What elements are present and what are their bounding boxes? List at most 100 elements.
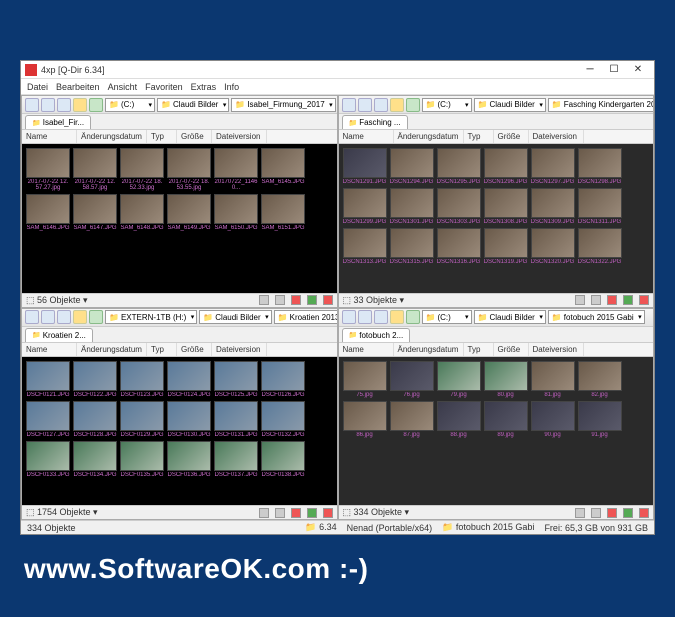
file-thumbnail[interactable]: DSCF0130.JPG: [167, 401, 211, 438]
column-type[interactable]: Typ: [464, 130, 494, 143]
drive-selector[interactable]: EXTERN-1TB (H:): [105, 310, 197, 324]
file-thumbnail[interactable]: DSCF0122.JPG: [73, 361, 117, 398]
file-thumbnail[interactable]: SAM_6151.JPG: [261, 194, 305, 231]
file-thumbnail[interactable]: DSCF0124.JPG: [167, 361, 211, 398]
file-thumbnail[interactable]: DSCN1316.JPG: [437, 228, 481, 265]
status-icon[interactable]: [323, 508, 333, 518]
toolbar-button[interactable]: [73, 98, 87, 112]
file-thumbnail[interactable]: SAM_6149.JPG: [167, 194, 211, 231]
toolbar-button[interactable]: [89, 98, 103, 112]
close-button[interactable]: ✕: [626, 62, 650, 78]
toolbar-button[interactable]: [57, 310, 71, 324]
file-thumbnail[interactable]: DSCN1309.JPG: [531, 188, 575, 225]
file-thumbnail[interactable]: DSCN1308.JPG: [484, 188, 528, 225]
folder-tab[interactable]: Isabel_Fir...: [25, 115, 91, 129]
file-thumbnail[interactable]: 2017-07-22 18.52.33.jpg: [120, 148, 164, 191]
file-thumbnail[interactable]: 88.jpg: [437, 401, 481, 438]
column-date[interactable]: Änderungsdatum: [77, 343, 147, 356]
file-thumbnail[interactable]: SAM_6150.JPG: [214, 194, 258, 231]
column-size[interactable]: Größe: [494, 130, 529, 143]
file-thumbnail[interactable]: DSCN1320.JPG: [531, 228, 575, 265]
file-thumbnail[interactable]: DSCN1303.JPG: [437, 188, 481, 225]
file-thumbnail[interactable]: 91.jpg: [578, 401, 622, 438]
drive-selector[interactable]: (C:): [422, 310, 472, 324]
menu-extras[interactable]: Extras: [191, 82, 217, 92]
status-icon[interactable]: [575, 508, 585, 518]
status-icon[interactable]: [607, 295, 617, 305]
file-thumbnail[interactable]: DSCF0121.JPG: [26, 361, 70, 398]
menu-datei[interactable]: Datei: [27, 82, 48, 92]
toolbar-button[interactable]: [374, 310, 388, 324]
file-thumbnail[interactable]: DSCF0135.JPG: [120, 441, 164, 478]
file-thumbnail[interactable]: DSCF0127.JPG: [26, 401, 70, 438]
file-thumbnail[interactable]: DSCF0132.JPG: [261, 401, 305, 438]
toolbar-button[interactable]: [25, 310, 39, 324]
file-thumbnail[interactable]: DSCN1297.JPG: [531, 148, 575, 185]
file-thumbnail[interactable]: 20170722_11460...: [214, 148, 258, 191]
column-date[interactable]: Änderungsdatum: [77, 130, 147, 143]
menu-favoriten[interactable]: Favoriten: [145, 82, 183, 92]
toolbar-button[interactable]: [57, 98, 71, 112]
drive-selector[interactable]: (C:): [105, 98, 155, 112]
toolbar-button[interactable]: [390, 98, 404, 112]
file-thumbnail[interactable]: SAM_6147.JPG: [73, 194, 117, 231]
status-icon[interactable]: [259, 295, 269, 305]
file-thumbnail[interactable]: SAM_6145.JPG: [261, 148, 305, 191]
file-thumbnail[interactable]: 90.jpg: [531, 401, 575, 438]
path-crumb[interactable]: fotobuch 2015 Gabi: [548, 310, 645, 324]
toolbar-button[interactable]: [358, 310, 372, 324]
file-thumbnail[interactable]: DSCN1311.JPG: [578, 188, 622, 225]
file-thumbnail[interactable]: 86.jpg: [343, 401, 387, 438]
path-crumb[interactable]: Kroatien 2013: [274, 310, 337, 324]
drive-selector[interactable]: (C:): [422, 98, 472, 112]
toolbar-button[interactable]: [406, 98, 420, 112]
status-icon[interactable]: [307, 295, 317, 305]
file-thumbnail[interactable]: 76.jpg: [390, 361, 434, 398]
column-name[interactable]: Name: [339, 343, 394, 356]
status-icon[interactable]: [307, 508, 317, 518]
maximize-button[interactable]: ☐: [602, 62, 626, 78]
column-size[interactable]: Größe: [494, 343, 529, 356]
file-thumbnail[interactable]: 79.jpg: [437, 361, 481, 398]
status-icon[interactable]: [591, 295, 601, 305]
menu-bearbeiten[interactable]: Bearbeiten: [56, 82, 100, 92]
file-thumbnail[interactable]: DSCN1322.JPG: [578, 228, 622, 265]
file-thumbnail[interactable]: 2017-07-22 12.58.57.jpg: [73, 148, 117, 191]
file-thumbnail[interactable]: DSCF0131.JPG: [214, 401, 258, 438]
column-ver[interactable]: Dateiversion: [212, 130, 267, 143]
status-icon[interactable]: [575, 295, 585, 305]
minimize-button[interactable]: ─: [578, 62, 602, 78]
toolbar-button[interactable]: [342, 310, 356, 324]
column-size[interactable]: Größe: [177, 343, 212, 356]
status-icon[interactable]: [275, 508, 285, 518]
column-ver[interactable]: Dateiversion: [529, 343, 584, 356]
toolbar-button[interactable]: [89, 310, 103, 324]
file-thumbnail[interactable]: DSCN1294.JPG: [390, 148, 434, 185]
file-thumbnail[interactable]: 81.jpg: [531, 361, 575, 398]
file-thumbnail[interactable]: SAM_6146.JPG: [26, 194, 70, 231]
menu-ansicht[interactable]: Ansicht: [108, 82, 138, 92]
column-type[interactable]: Typ: [464, 343, 494, 356]
file-thumbnail[interactable]: 82.jpg: [578, 361, 622, 398]
file-thumbnail[interactable]: DSCF0128.JPG: [73, 401, 117, 438]
file-thumbnail[interactable]: DSCF0137.JPG: [214, 441, 258, 478]
status-icon[interactable]: [291, 508, 301, 518]
toolbar-button[interactable]: [390, 310, 404, 324]
thumbnail-grid[interactable]: 75.jpg76.jpg79.jpg80.jpg81.jpg82.jpg86.j…: [339, 357, 654, 506]
file-thumbnail[interactable]: DSCN1313.JPG: [343, 228, 387, 265]
file-thumbnail[interactable]: 89.jpg: [484, 401, 528, 438]
path-crumb[interactable]: Claudi Bilder: [199, 310, 271, 324]
thumbnail-grid[interactable]: DSCN1291.JPGDSCN1294.JPGDSCN1295.JPGDSCN…: [339, 144, 654, 293]
file-thumbnail[interactable]: DSCN1299.JPG: [343, 188, 387, 225]
toolbar-button[interactable]: [374, 98, 388, 112]
toolbar-button[interactable]: [41, 310, 55, 324]
status-icon[interactable]: [259, 508, 269, 518]
column-date[interactable]: Änderungsdatum: [394, 130, 464, 143]
status-icon[interactable]: [323, 295, 333, 305]
column-date[interactable]: Änderungsdatum: [394, 343, 464, 356]
file-thumbnail[interactable]: SAM_6148.JPG: [120, 194, 164, 231]
folder-tab[interactable]: Fasching ...: [342, 115, 408, 129]
status-icon[interactable]: [639, 508, 649, 518]
column-size[interactable]: Größe: [177, 130, 212, 143]
file-thumbnail[interactable]: DSCF0129.JPG: [120, 401, 164, 438]
